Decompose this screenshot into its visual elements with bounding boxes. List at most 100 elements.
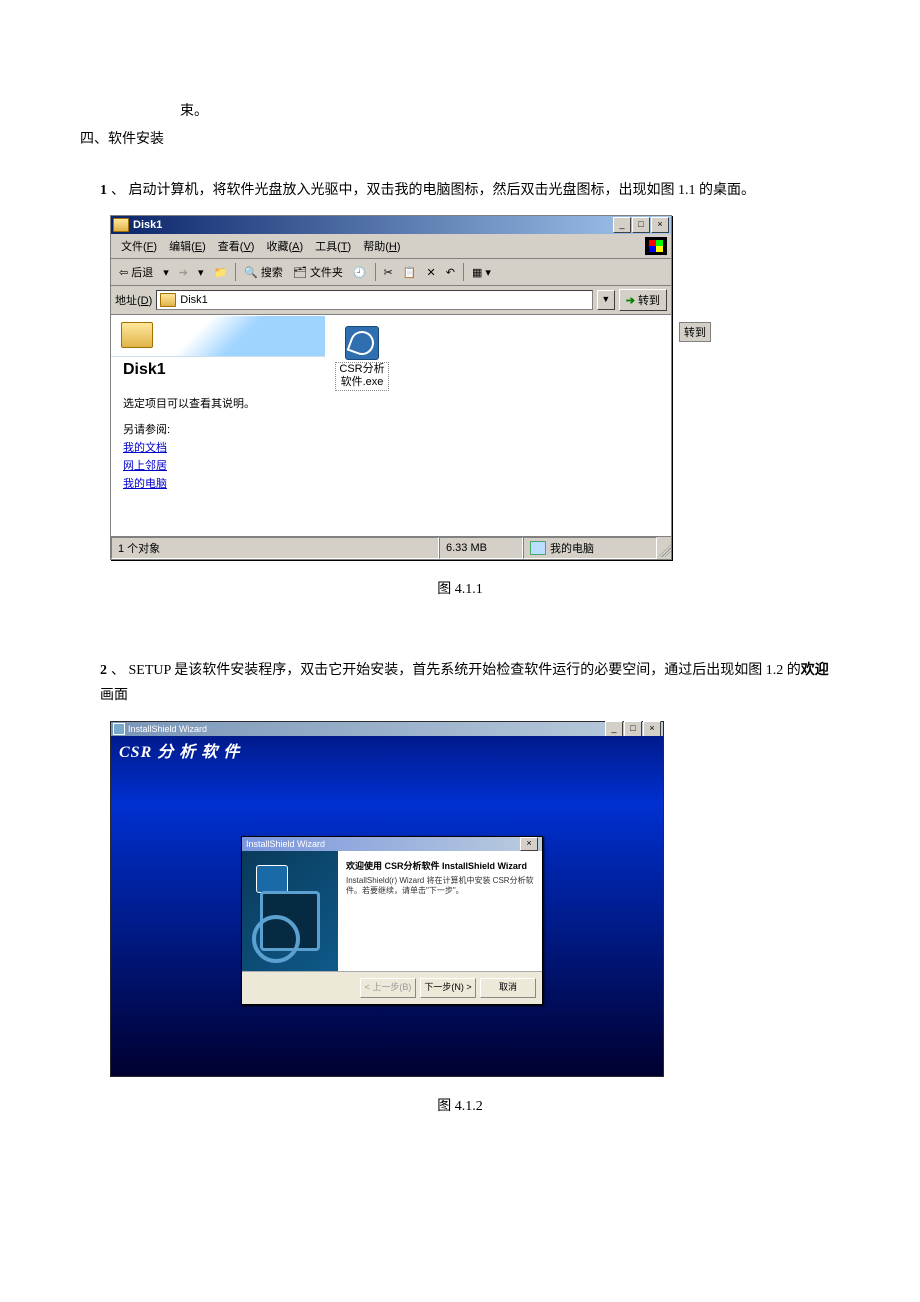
back-arrow-icon: ⇦ [119, 266, 128, 279]
back-button[interactable]: ⇦后退 [115, 262, 157, 282]
windows-logo-icon [645, 237, 667, 255]
side-go-button[interactable]: 转到 [679, 322, 711, 342]
installer-brand: CSR 分 析 软 件 [119, 738, 240, 762]
step-2-text-a: SETUP 是该软件安装程序，双击它开始安装，首先系统开始检查软件运行的必要空间… [129, 663, 801, 678]
cancel-button[interactable]: 取消 [480, 978, 536, 998]
maximize-button[interactable]: □ [632, 217, 650, 233]
figure-caption-2: 图 4.1.2 [80, 1095, 840, 1115]
dialog-titlebar: InstallShield Wizard × [242, 837, 542, 851]
delete-button[interactable]: ✕ [423, 264, 440, 281]
welcome-dialog: InstallShield Wizard × 欢迎使用 CSR分析软件 Inst… [241, 836, 543, 1005]
address-label: 地址(D) [115, 292, 152, 308]
file-item[interactable]: CSR分析软件.exe [335, 326, 389, 390]
address-input[interactable]: Disk1 [156, 290, 592, 310]
folder-large-icon [121, 322, 153, 348]
forward-arrow-icon: ➔ [179, 266, 188, 279]
forward-button[interactable]: ➔ [175, 264, 192, 281]
views-button[interactable]: ▦▾ [468, 264, 495, 281]
copy-button[interactable]: 📋 [399, 264, 421, 281]
stray-text: 束。 [180, 100, 840, 120]
titlebar: Disk1 _ □ × [111, 216, 671, 234]
link-my-computer[interactable]: 我的电脑 [123, 475, 313, 491]
next-button[interactable]: 下一步(N) > [420, 978, 476, 998]
menu-view[interactable]: 查看(V) [212, 236, 261, 256]
dialog-body-text: InstallShield(r) Wizard 将在计算机中安装 CSR分析软件… [346, 876, 534, 897]
menubar: 文件(F) 编辑(E) 查看(V) 收藏(A) 工具(T) 帮助(H) [111, 234, 671, 259]
dialog-heading: 欢迎使用 CSR分析软件 InstallShield Wizard [346, 859, 534, 872]
see-also-label: 另请参阅: [123, 421, 313, 437]
status-size: 6.33 MB [439, 537, 523, 559]
delete-icon: ✕ [427, 266, 436, 279]
back-dropdown[interactable]: ▾ [159, 264, 173, 281]
window-title: Disk1 [133, 219, 613, 231]
search-button[interactable]: 🔍搜索 [240, 262, 287, 282]
installer-close-button[interactable]: × [643, 721, 661, 737]
menu-tools[interactable]: 工具(T) [309, 236, 357, 256]
undo-button[interactable]: ↶ [442, 264, 459, 281]
step-1-text: 启动计算机，将软件光盘放入光驱中，双击我的电脑图标，然后双击光盘图标，出现如图 … [129, 183, 756, 198]
toolbar: ⇦后退 ▾ ➔ ▾ 📁 🔍搜索 🗂文件夹 🕘 ✂ 📋 ✕ ↶ ▦▾ [111, 259, 671, 286]
installer-minimize-button[interactable]: _ [605, 721, 623, 737]
figure-caption-1: 图 4.1.1 [80, 578, 840, 598]
dialog-graphic [242, 851, 338, 971]
folder-icon [160, 293, 176, 307]
disc-icon [252, 915, 300, 963]
search-icon: 🔍 [244, 266, 258, 279]
step-sep: 、 [111, 183, 125, 198]
folders-button[interactable]: 🗂文件夹 [289, 262, 347, 282]
step-num: 1 [100, 183, 107, 198]
move-button[interactable]: ✂ [380, 264, 397, 281]
status-objects: 1 个对象 [111, 537, 439, 559]
step-sep: 、 [111, 663, 125, 678]
box-icon [256, 865, 288, 893]
undo-icon: ↶ [446, 266, 455, 279]
file-list[interactable]: CSR分析软件.exe [325, 316, 671, 536]
history-button[interactable]: 🕘 [349, 264, 371, 281]
exe-installer-icon [345, 326, 379, 360]
go-button[interactable]: ➔ 转到 [619, 289, 667, 311]
section-heading: 四、软件安装 [80, 128, 840, 148]
address-dropdown[interactable]: ▼ [597, 290, 615, 310]
file-name: CSR分析软件.exe [335, 362, 389, 390]
minimize-button[interactable]: _ [613, 217, 631, 233]
link-network-neighborhood[interactable]: 网上邻居 [123, 457, 313, 473]
address-value: Disk1 [180, 294, 208, 306]
dialog-close-button[interactable]: × [520, 837, 538, 851]
info-hint: 选定项目可以查看其说明。 [123, 395, 313, 411]
menu-edit[interactable]: 编辑(E) [163, 236, 212, 256]
link-my-documents[interactable]: 我的文档 [123, 439, 313, 455]
status-bar: 1 个对象 6.33 MB 我的电脑 [111, 536, 671, 559]
separator [463, 263, 464, 281]
up-button[interactable]: 📁 [210, 264, 232, 281]
folder-icon [113, 218, 129, 232]
computer-icon [530, 541, 546, 555]
menu-help[interactable]: 帮助(H) [357, 236, 406, 256]
forward-dropdown[interactable]: ▾ [194, 264, 208, 281]
explorer-window: Disk1 _ □ × 文件(F) 编辑(E) 查看(V) 收藏(A) 工具(T… [110, 215, 672, 560]
close-button[interactable]: × [651, 217, 669, 233]
info-pane-header [111, 316, 325, 357]
status-location: 我的电脑 [523, 537, 657, 559]
separator [235, 263, 236, 281]
move-icon: ✂ [384, 266, 393, 279]
go-arrow-icon: ➔ [626, 294, 635, 307]
installer-maximize-button[interactable]: □ [624, 721, 642, 737]
copy-icon: 📋 [403, 266, 417, 279]
dialog-button-row: < 上一步(B) 下一步(N) > 取消 [242, 971, 542, 1004]
menu-file[interactable]: 文件(F) [115, 236, 163, 256]
step-2: 2 、 SETUP 是该软件安装程序，双击它开始安装，首先系统开始检查软件运行的必… [100, 658, 840, 708]
step-2-text-c: 画面 [100, 688, 128, 703]
step-1: 1 、 启动计算机，将软件光盘放入光驱中，双击我的电脑图标，然后双击光盘图标，出现… [100, 178, 840, 203]
menu-fav[interactable]: 收藏(A) [260, 236, 309, 256]
history-icon: 🕘 [353, 266, 367, 279]
address-bar: 地址(D) Disk1 ▼ ➔ 转到 [111, 286, 671, 315]
installer-titlebar: InstallShield Wizard _ □ × [111, 722, 663, 736]
step-num: 2 [100, 663, 107, 678]
step-2-text-b: 欢迎 [801, 663, 829, 678]
info-pane: Disk1 选定项目可以查看其说明。 另请参阅: 我的文档 网上邻居 我的电脑 [111, 316, 325, 536]
resize-grip[interactable] [657, 539, 671, 557]
content-area: Disk1 选定项目可以查看其说明。 另请参阅: 我的文档 网上邻居 我的电脑 … [111, 315, 671, 536]
folder-title: Disk1 [123, 361, 313, 379]
installer-title: InstallShield Wizard [128, 724, 605, 734]
folders-icon: 🗂 [293, 266, 307, 279]
